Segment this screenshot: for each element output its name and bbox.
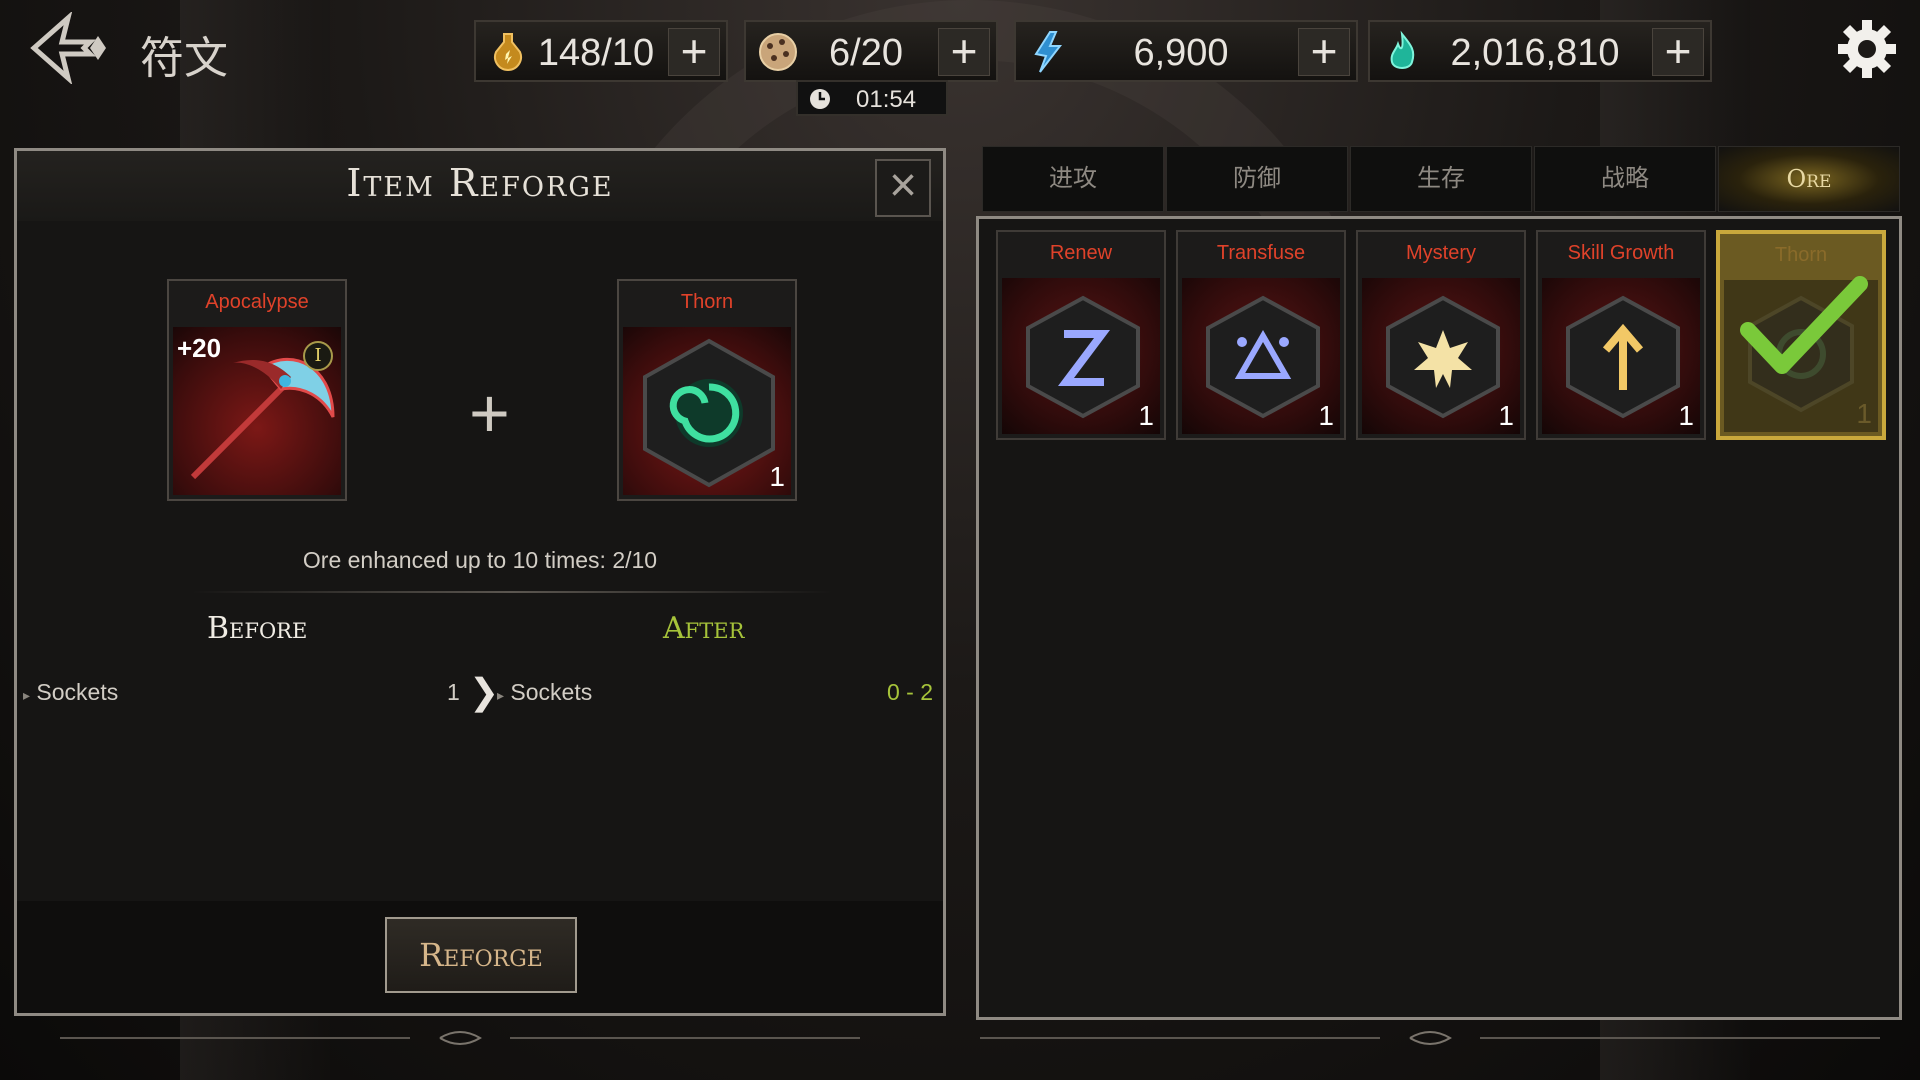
close-button[interactable]: × xyxy=(875,159,931,217)
back-arrow-icon xyxy=(30,10,106,86)
stat-after-label: Sockets xyxy=(510,679,593,705)
ore-count: 1 xyxy=(769,461,785,492)
add-potion-button[interactable]: + xyxy=(668,28,720,76)
panel-title: Item Reforge xyxy=(346,161,614,205)
bullet-icon: ▸ xyxy=(497,687,505,703)
ore-card-renew[interactable]: Renew 1 xyxy=(996,230,1166,440)
stat-before-label: Sockets xyxy=(36,679,119,705)
ornament-divider xyxy=(60,1031,860,1045)
item-level: +20 xyxy=(177,333,222,363)
ore-count: 1 xyxy=(1498,400,1514,431)
item-slot[interactable]: Apocalypse +20 I xyxy=(167,279,347,501)
ore-name: Thorn xyxy=(680,291,734,313)
ore-card-transfuse[interactable]: Transfuse 1 xyxy=(1176,230,1346,440)
back-button[interactable] xyxy=(28,10,116,86)
ore-card-thorn[interactable]: Thorn 1 xyxy=(1716,230,1886,440)
soul-flame-icon xyxy=(1390,30,1415,69)
resource-value: 6,900 xyxy=(1133,32,1229,74)
ore-slot[interactable]: Thorn 1 xyxy=(617,279,797,501)
add-soul-button[interactable]: + xyxy=(1652,28,1704,76)
gear-icon xyxy=(1838,20,1896,78)
tab-defense[interactable]: 防御 xyxy=(1166,146,1348,212)
divider xyxy=(192,591,832,593)
resource-potion: 148/10 + xyxy=(474,20,728,82)
before-heading: Before xyxy=(207,611,308,646)
ore-name: Skill Growth xyxy=(1567,242,1675,264)
dice-icon xyxy=(759,33,797,71)
resource-crystal: 6,900 + xyxy=(1014,20,1358,82)
item-tier-badge: I xyxy=(303,341,333,371)
item-name: Apocalypse xyxy=(205,291,309,313)
resource-value: 148/10 xyxy=(537,32,655,74)
ore-name: Thorn xyxy=(1774,244,1828,266)
page-title: 符文 xyxy=(140,33,228,84)
ornament-divider xyxy=(980,1031,1880,1045)
tab-survival[interactable]: 生存 xyxy=(1350,146,1532,212)
add-crystal-button[interactable]: + xyxy=(1298,28,1350,76)
resource-dice: 6/20 + xyxy=(744,20,998,82)
resource-value: 2,016,810 xyxy=(1450,32,1620,74)
ore-name: Mystery xyxy=(1406,242,1476,264)
panel-header: Item Reforge × xyxy=(17,151,943,221)
timer-value: 01:54 xyxy=(856,86,917,113)
combine-plus-icon: + xyxy=(469,374,510,452)
bullet-icon: ▸ xyxy=(23,687,31,703)
ore-count: 1 xyxy=(1856,398,1872,429)
ore-count: 1 xyxy=(1678,400,1694,431)
refill-timer: 01:54 xyxy=(796,80,948,116)
add-dice-button[interactable]: + xyxy=(938,28,990,76)
stat-before-row: ▸ Sockets xyxy=(23,679,118,706)
stat-after-row: ▸ Sockets xyxy=(497,679,592,706)
ore-name: Renew xyxy=(1049,242,1113,264)
ore-art xyxy=(1002,278,1160,434)
ore-art xyxy=(1542,278,1700,434)
ore-card-mystery[interactable]: Mystery 1 xyxy=(1356,230,1526,440)
crystal-icon xyxy=(1034,31,1063,73)
tab-strategy[interactable]: 战略 xyxy=(1534,146,1716,212)
arrow-right-icon: ❯ xyxy=(469,671,500,712)
resource-value: 6/20 xyxy=(829,32,903,74)
tab-attack[interactable]: 进攻 xyxy=(982,146,1164,212)
tab-ore[interactable]: Ore xyxy=(1718,146,1900,212)
reforge-panel: Item Reforge × Apocalypse +20 I + Thorn … xyxy=(14,148,946,1016)
reforge-button[interactable]: Reforge xyxy=(385,917,577,993)
ore-card-skill-growth[interactable]: Skill Growth 1 xyxy=(1536,230,1706,440)
stat-after-value: 0 - 2 xyxy=(887,679,934,705)
selected-check-icon xyxy=(1740,276,1868,374)
enhance-progress-text: Ore enhanced up to 10 times: 2/10 xyxy=(302,547,658,573)
ore-name: Transfuse xyxy=(1216,242,1306,264)
ore-art xyxy=(623,327,791,495)
stat-before-value: 1 xyxy=(447,679,460,705)
potion-icon xyxy=(494,33,522,71)
settings-button[interactable] xyxy=(1834,16,1900,82)
clock-icon xyxy=(810,89,830,109)
resource-soul: 2,016,810 + xyxy=(1368,20,1712,82)
action-bar: Reforge xyxy=(17,901,943,1013)
top-bar: 符文 148/10 + 6/20 + 01:54 6,900 + 2,016,8… xyxy=(0,0,1920,120)
after-heading: After xyxy=(663,611,745,646)
ore-count: 1 xyxy=(1138,400,1154,431)
ore-count: 1 xyxy=(1318,400,1334,431)
ore-art xyxy=(1182,278,1340,434)
ore-art xyxy=(1362,278,1520,434)
